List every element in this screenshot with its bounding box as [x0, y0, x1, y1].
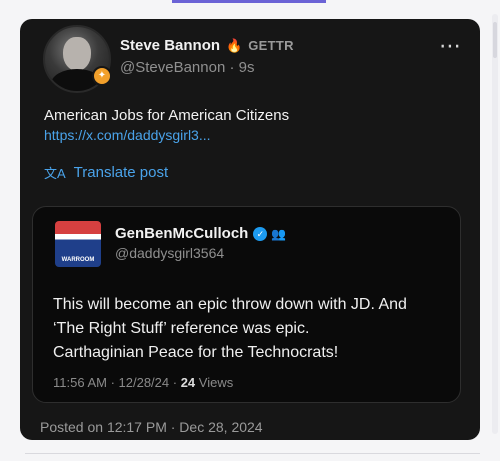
quoted-text-line: This will become an epic throw down with…	[53, 296, 407, 313]
affiliation-icon: 👥	[271, 226, 287, 241]
posted-on-timestamp: Posted on 12:17 PM · Dec 28, 2024	[40, 419, 263, 435]
quoted-timestamp[interactable]: 11:56 AM · 12/28/24 ·	[53, 375, 177, 390]
translate-label: Translate post	[73, 164, 169, 181]
quoted-author-name[interactable]: GenBenMcCulloch	[115, 225, 248, 242]
scrollbar-thumb[interactable]	[493, 22, 497, 58]
quoted-author-handle[interactable]: @daddysgirl3564	[115, 245, 224, 261]
translate-post-button[interactable]: 文A Translate post	[44, 163, 168, 182]
quoted-author-line: GenBenMcCulloch ✓ 👥	[115, 225, 286, 242]
divider	[25, 453, 480, 454]
handle-separator: ·	[229, 59, 239, 76]
author-badge-icon: ✦	[92, 66, 112, 86]
quoted-author-avatar[interactable]: WARROOM	[55, 221, 101, 267]
more-options-icon[interactable]: ⋯	[439, 33, 462, 59]
quoted-post[interactable]: WARROOM GenBenMcCulloch ✓ 👥 @daddysgirl3…	[32, 206, 461, 403]
top-accent-bar	[172, 0, 326, 3]
author-handle-line: @SteveBannon · 9s	[120, 59, 255, 76]
post-link[interactable]: https://x.com/daddysgirl3...	[44, 127, 211, 143]
author-display-name[interactable]: Steve Bannon	[120, 37, 220, 54]
verified-icon: ✓	[253, 226, 268, 241]
avatar-face	[63, 37, 91, 71]
quoted-post-meta: 11:56 AM · 12/28/24 · 24 Views	[53, 375, 233, 390]
quoted-text-line: ‘The Right Stuff’ reference was epic.	[53, 320, 310, 337]
post-text: American Jobs for American Citizens	[44, 107, 290, 124]
source-tag: GETTR	[248, 38, 294, 53]
quoted-text-line: Carthaginian Peace for the Technocrats!	[53, 344, 339, 361]
author-line: Steve Bannon 🔥 GETTR	[120, 37, 294, 54]
scrollbar[interactable]	[492, 14, 498, 434]
quoted-avatar-logo-text: WARROOM	[61, 257, 95, 263]
translate-icon: 文A	[44, 166, 66, 181]
views-label: Views	[198, 375, 234, 390]
views-count: 24	[180, 375, 196, 390]
quoted-post-text: This will become an epic throw down with…	[53, 293, 453, 365]
flame-icon: 🔥	[226, 37, 243, 53]
post-time[interactable]: 9s	[239, 59, 255, 76]
author-handle[interactable]: @SteveBannon	[120, 59, 225, 76]
post-card: ⋯ ✦ Steve Bannon 🔥 GETTR @SteveBannon · …	[20, 19, 480, 440]
